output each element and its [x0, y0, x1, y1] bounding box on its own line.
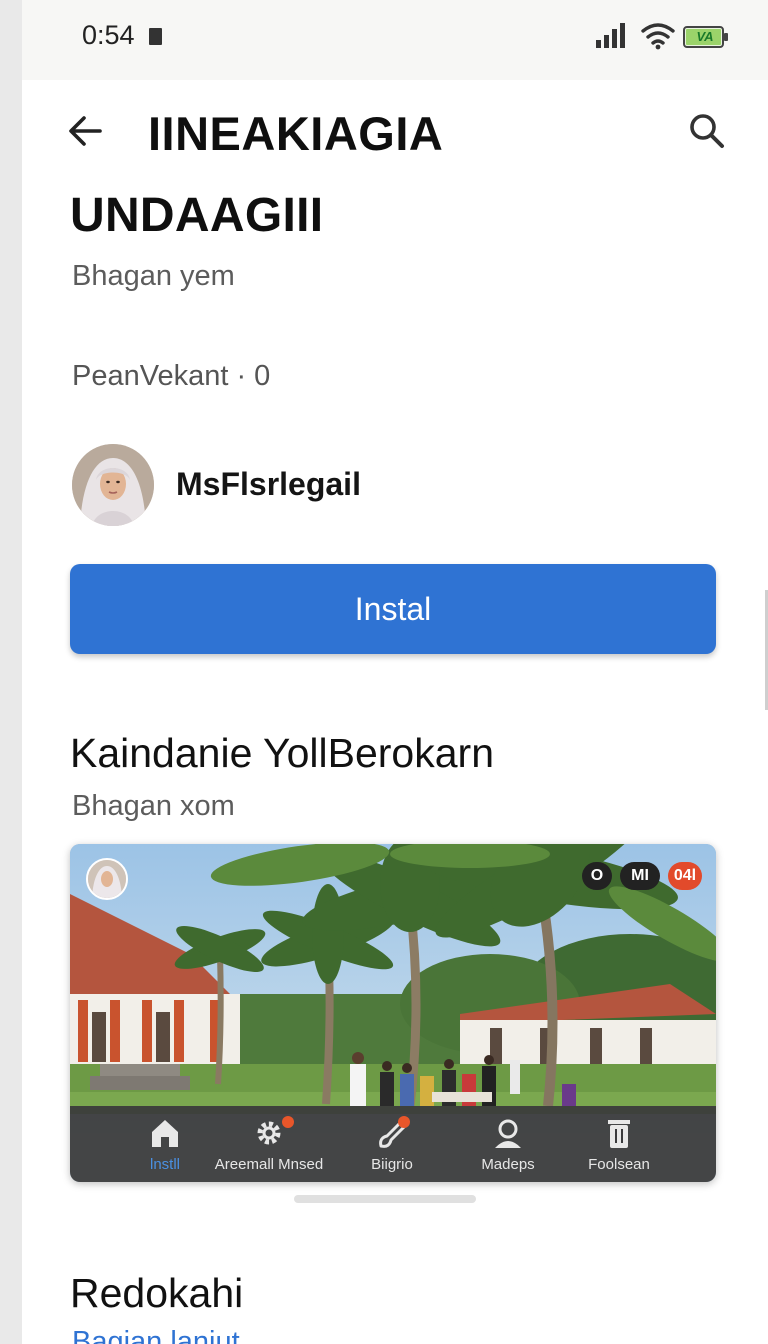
screenshot-preview[interactable]: O MI 04l lnstll Areemall Mnsed Biigrio M…	[70, 844, 716, 1182]
search-icon[interactable]	[684, 108, 728, 152]
section2-title: Redokahi	[70, 1270, 244, 1316]
sim-icon	[149, 28, 162, 45]
top-app-bar: IINEAKIAGIA	[22, 80, 768, 180]
developer-name[interactable]: Bhagan yem	[72, 260, 235, 293]
nav-label: Foolsean	[588, 1156, 650, 1173]
app-details-page: 0:54 VA IINEAKIAGIA UNDAAGIII Bhagan yem…	[22, 0, 768, 1344]
app-title: IINEAKIAGIA	[148, 107, 444, 160]
person-icon	[491, 1116, 525, 1150]
section2-subtitle[interactable]: Bagian lanjut	[72, 1326, 240, 1344]
publisher-row[interactable]: MsFlsrlegail	[72, 444, 672, 528]
preview-chip-mi[interactable]: MI	[620, 862, 660, 890]
battery-icon: VA	[683, 26, 729, 48]
install-button[interactable]: Instal	[70, 564, 716, 654]
nav-item-profile[interactable]: Madeps	[462, 1106, 554, 1182]
publisher-name: MsFlsrlegail	[176, 466, 361, 502]
status-bar: 0:54 VA	[22, 0, 768, 80]
section-title: Kaindanie YollBerokarn	[70, 730, 494, 776]
battery-label: VA	[696, 29, 714, 44]
nav-badge	[398, 1116, 410, 1128]
trash-icon	[602, 1116, 636, 1150]
back-arrow-icon[interactable]	[62, 108, 108, 154]
nav-badge	[282, 1116, 294, 1128]
app-name-heading: UNDAAGIII	[70, 189, 324, 242]
nav-label: Areemall Mnsed	[214, 1156, 324, 1173]
nav-item-trash[interactable]: Foolsean	[572, 1106, 666, 1182]
preview-chip-o[interactable]: O	[582, 862, 612, 890]
preview-bottom-nav: lnstll Areemall Mnsed Biigrio Madeps Foo…	[70, 1106, 716, 1182]
nav-item-settings[interactable]: Areemall Mnsed	[210, 1106, 328, 1182]
gear-icon	[252, 1116, 286, 1150]
preview-avatar	[86, 858, 128, 900]
preview-chip-count[interactable]: 04l	[668, 862, 702, 890]
nav-label: Biigrio	[371, 1156, 413, 1173]
avatar	[72, 444, 154, 526]
nav-item-install[interactable]: lnstll	[120, 1106, 210, 1182]
nav-label: lnstll	[149, 1156, 180, 1173]
section-subtitle: Bhagan xom	[72, 790, 235, 822]
nav-label: Madeps	[481, 1156, 535, 1173]
carousel-scroll-indicator[interactable]	[294, 1195, 476, 1203]
home-icon	[148, 1116, 182, 1150]
status-time: 0:54	[82, 20, 135, 50]
wifi-icon	[641, 22, 675, 50]
signal-icon	[595, 22, 631, 49]
nav-item-brush[interactable]: Biigrio	[342, 1106, 442, 1182]
app-meta: PeanVekant · 0	[72, 360, 271, 392]
